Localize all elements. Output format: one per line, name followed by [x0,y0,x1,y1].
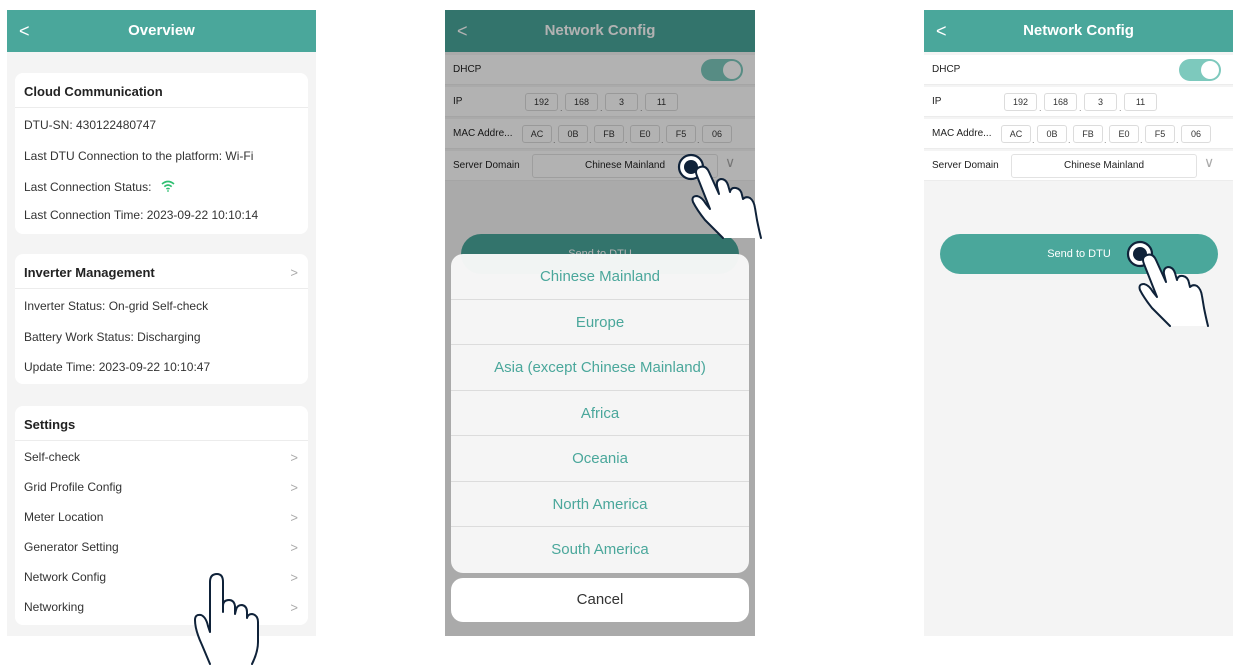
ip-row: IP 192 . 168 . 3 . 11 [924,87,1233,117]
chevron-right-icon: > [290,510,298,525]
chevron-right-icon: > [290,265,298,280]
mac-byte-5[interactable]: F5 [1145,125,1175,143]
nav-bar: < Network Config [924,10,1233,52]
mac-label: MAC Addre... [932,128,992,139]
dot-separator: . [1176,135,1179,145]
settings-item-grid-profile-config[interactable]: Grid Profile Config > [15,480,308,500]
mac-row: MAC Addre... AC . 0B . FB . E0 . F5 . 06 [924,119,1233,149]
settings-item-self-check[interactable]: Self-check > [15,450,308,470]
battery-work-status: Battery Work Status: Discharging [24,330,201,344]
mac-byte-4[interactable]: E0 [1109,125,1139,143]
mac-byte-1[interactable]: AC [1001,125,1031,143]
page-title: Overview [128,22,195,39]
server-domain-select[interactable]: Chinese Mainland [1011,154,1197,178]
dot-separator: . [1039,103,1042,113]
server-domain-row: Server Domain Chinese Mainland ∨ [924,151,1233,181]
cloud-communication-title: Cloud Communication [24,84,163,99]
last-connection-time: Last Connection Time: 2023-09-22 10:10:1… [24,208,259,222]
ip-octet-3[interactable]: 3 [1084,93,1117,111]
dhcp-row: DHCP [924,55,1233,85]
inverter-status: Inverter Status: On-grid Self-check [24,299,209,313]
settings-item-label: Meter Location [24,510,104,524]
dot-separator: . [1119,103,1122,113]
tap-hand-icon [677,153,762,239]
chevron-right-icon: > [290,450,298,465]
divider [15,288,308,289]
page-title: Network Config [1023,22,1134,39]
nav-bar: < Overview [7,10,316,52]
settings-item-label: Grid Profile Config [24,480,123,494]
mac-byte-6[interactable]: 06 [1181,125,1211,143]
chevron-down-icon[interactable]: ∨ [1204,154,1214,171]
overview-screen: < Overview Cloud Communication DTU-SN: 4… [7,10,316,636]
picker-option-africa[interactable]: Africa [451,391,749,436]
dot-separator: . [1032,135,1035,145]
picker-option-asia[interactable]: Asia (except Chinese Mainland) [451,345,749,391]
tap-hand-icon [1126,240,1209,327]
mac-byte-3[interactable]: FB [1073,125,1103,143]
ip-octet-2[interactable]: 168 [1044,93,1077,111]
chevron-right-icon: > [290,600,298,615]
hand-pointer-icon [194,573,259,665]
ip-octet-4[interactable]: 11 [1124,93,1157,111]
ip-label: IP [932,96,942,107]
network-config-screen-picker: < Network Config DHCP IP 192 . 168 . 3 .… [445,10,755,636]
divider [15,107,308,108]
picker-option-south-america[interactable]: South America [451,527,749,573]
settings-title: Settings [24,417,76,432]
wifi-icon [161,180,175,192]
settings-item-meter-location[interactable]: Meter Location > [15,510,308,530]
cancel-button[interactable]: Cancel [451,578,749,622]
inverter-management-title: Inverter Management [24,265,155,280]
dot-separator: . [1079,103,1082,113]
inverter-management-card[interactable]: Inverter Management > Inverter Status: O… [15,254,308,384]
settings-item-label: Self-check [24,450,81,464]
divider [15,440,308,441]
last-connection-status-label: Last Connection Status: [24,180,152,194]
dot-separator: . [1140,135,1143,145]
toggle-knob [1201,61,1219,79]
chevron-right-icon: > [290,570,298,585]
server-domain-picker: Chinese Mainland Europe Asia (except Chi… [451,254,749,573]
last-connection-status: Last Connection Status: [24,179,175,194]
mac-byte-2[interactable]: 0B [1037,125,1067,143]
chevron-right-icon: > [290,480,298,495]
cloud-communication-card: Cloud Communication DTU-SN: 430122480747… [15,73,308,234]
dot-separator: . [1104,135,1107,145]
dtu-sn: DTU-SN: 430122480747 [24,118,157,132]
settings-item-generator-setting[interactable]: Generator Setting > [15,540,308,560]
dot-separator: . [1068,135,1071,145]
update-time: Update Time: 2023-09-22 10:10:47 [24,360,211,374]
picker-option-europe[interactable]: Europe [451,300,749,345]
settings-item-label: Networking [24,600,85,614]
last-dtu-connection: Last DTU Connection to the platform: Wi-… [24,149,254,163]
chevron-right-icon: > [290,540,298,555]
dhcp-toggle[interactable] [1179,59,1221,81]
settings-item-label: Generator Setting [24,540,119,554]
dhcp-label: DHCP [932,64,961,75]
ip-octet-1[interactable]: 192 [1004,93,1037,111]
picker-option-oceania[interactable]: Oceania [451,436,749,482]
picker-option-north-america[interactable]: North America [451,482,749,527]
server-domain-label: Server Domain [932,160,999,171]
picker-option-chinese-mainland[interactable]: Chinese Mainland [451,254,749,300]
settings-item-label: Network Config [24,570,107,584]
